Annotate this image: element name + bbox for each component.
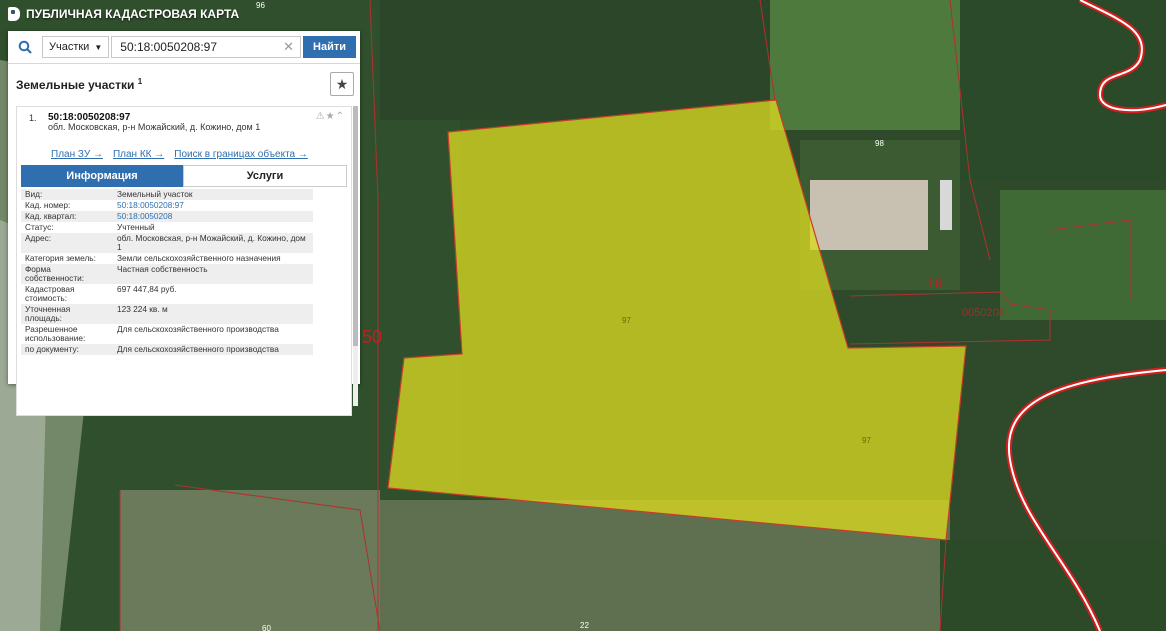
info-key: Кад. квартал: (21, 211, 113, 222)
result-links: План ЗУ → План КК → Поиск в границах объ… (17, 145, 351, 165)
info-key: Кадастровая стоимость: (25, 284, 75, 303)
map-label-0050208: 0050208 (962, 307, 1005, 319)
rosreestr-logo-icon (8, 7, 20, 21)
info-key: Уточненная площадь: (21, 304, 113, 324)
map-label-60: 60 (262, 624, 271, 631)
info-value: Земельный участок (113, 189, 313, 200)
info-row: Разрешенное использование: Для сельскохоз… (21, 324, 313, 344)
plan-kk-link[interactable]: План КК → (113, 149, 164, 165)
info-row: по документу: Для сельскохозяйственного п… (21, 344, 313, 355)
app-title: ПУБЛИЧНАЯ КАДАСТРОВАЯ КАРТА (26, 7, 240, 21)
chevron-down-icon: ▼ (94, 42, 103, 52)
tab-services[interactable]: Услуги (183, 165, 347, 187)
result-card: 1. 50:18:0050208:97 обл. Московская, р-н… (16, 106, 352, 416)
info-value: Для сельскохозяйственного производства (117, 324, 279, 334)
map-label-97-a: 97 (622, 316, 631, 325)
info-row: Категория земель: Земли сельскохозяйствен… (21, 253, 313, 264)
info-key: Категория земель: (25, 253, 96, 263)
search-row: Участки ▼ 50:18:0050208:97 ✕ Найти (8, 31, 360, 64)
find-button[interactable]: Найти (303, 36, 356, 58)
info-value: Для сельскохозяйственного производства (113, 344, 313, 355)
search-icon[interactable] (8, 40, 42, 54)
map-label-98: 98 (875, 139, 884, 148)
info-value: 50:18:0050208:97 (117, 200, 184, 210)
search-input[interactable]: 50:18:0050208:97 ✕ (111, 36, 302, 58)
info-row: Адрес: обл. Московская, р-н Можайский, д.… (21, 233, 313, 253)
info-key: Вид: (21, 189, 113, 200)
info-row: Кад. квартал: 50:18:0050208 (21, 211, 313, 222)
info-key: Форма собственности: (21, 264, 113, 284)
result-actions-icons[interactable]: ⚠★⌃ (316, 111, 345, 122)
info-key: Адрес: (21, 233, 113, 253)
plan-zu-link[interactable]: План ЗУ → (51, 149, 103, 165)
result-index: 1. (29, 113, 37, 123)
map-label-50: 50 (362, 327, 382, 347)
info-value: Земли сельскохозяйственного назначения (117, 253, 281, 263)
info-value: 697 447,84 руб. (117, 284, 177, 294)
info-key: Статус: (25, 222, 54, 232)
search-query: 50:18:0050208:97 (120, 40, 218, 54)
result-address: обл. Московская, р-н Можайский, д. Кожин… (48, 122, 261, 132)
favorite-star-button[interactable]: ★ (330, 72, 354, 96)
info-value: 50:18:0050208 (113, 211, 313, 222)
search-panel: Участки ▼ 50:18:0050208:97 ✕ Найти Земел… (8, 31, 360, 416)
info-value: 123 224 кв. м (113, 304, 313, 324)
info-key: Разрешенное использование: (25, 324, 86, 343)
info-row: Форма собственности: Частная собственност… (21, 264, 313, 284)
info-row: Уточненная площадь: 123 224 кв. м (21, 304, 313, 324)
result-tabs: Информация Услуги (21, 165, 347, 187)
map-label-22: 22 (580, 621, 589, 630)
map-label-18: 18 (927, 275, 943, 291)
info-row: Статус: Учтенный (21, 222, 313, 233)
search-in-bounds-link[interactable]: Поиск в границах объекта → (174, 149, 308, 165)
info-row: Вид: Земельный участок (21, 189, 313, 200)
info-table: Вид: Земельный участок Кад. номер: 50:18:00… (21, 189, 313, 355)
results-title: Земельные участки 1 (16, 76, 143, 92)
info-key: по документу: (21, 344, 113, 355)
search-type-label: Участки (49, 41, 90, 53)
search-type-select[interactable]: Участки ▼ (42, 36, 110, 58)
tab-info[interactable]: Информация (21, 165, 183, 187)
info-value: обл. Московская, р-н Можайский, д. Кожин… (113, 233, 313, 253)
clear-icon[interactable]: ✕ (283, 39, 294, 55)
app-header: ПУБЛИЧНАЯ КАДАСТРОВАЯ КАРТА (0, 0, 372, 28)
info-row: Кадастровая стоимость: 697 447,84 руб. (21, 284, 313, 304)
info-value: Частная собственность (113, 264, 313, 284)
info-key: Кад. номер: (25, 200, 71, 210)
results-scrollbar[interactable] (353, 106, 358, 406)
info-value: Учтенный (117, 222, 155, 232)
results-section: Земельные участки 1 ★ 1. 50:18:0050208:9… (8, 64, 360, 416)
info-row: Кад. номер: 50:18:0050208:97 (21, 200, 313, 211)
map-label-97-b: 97 (862, 436, 871, 445)
results-count: 1 (137, 76, 143, 86)
